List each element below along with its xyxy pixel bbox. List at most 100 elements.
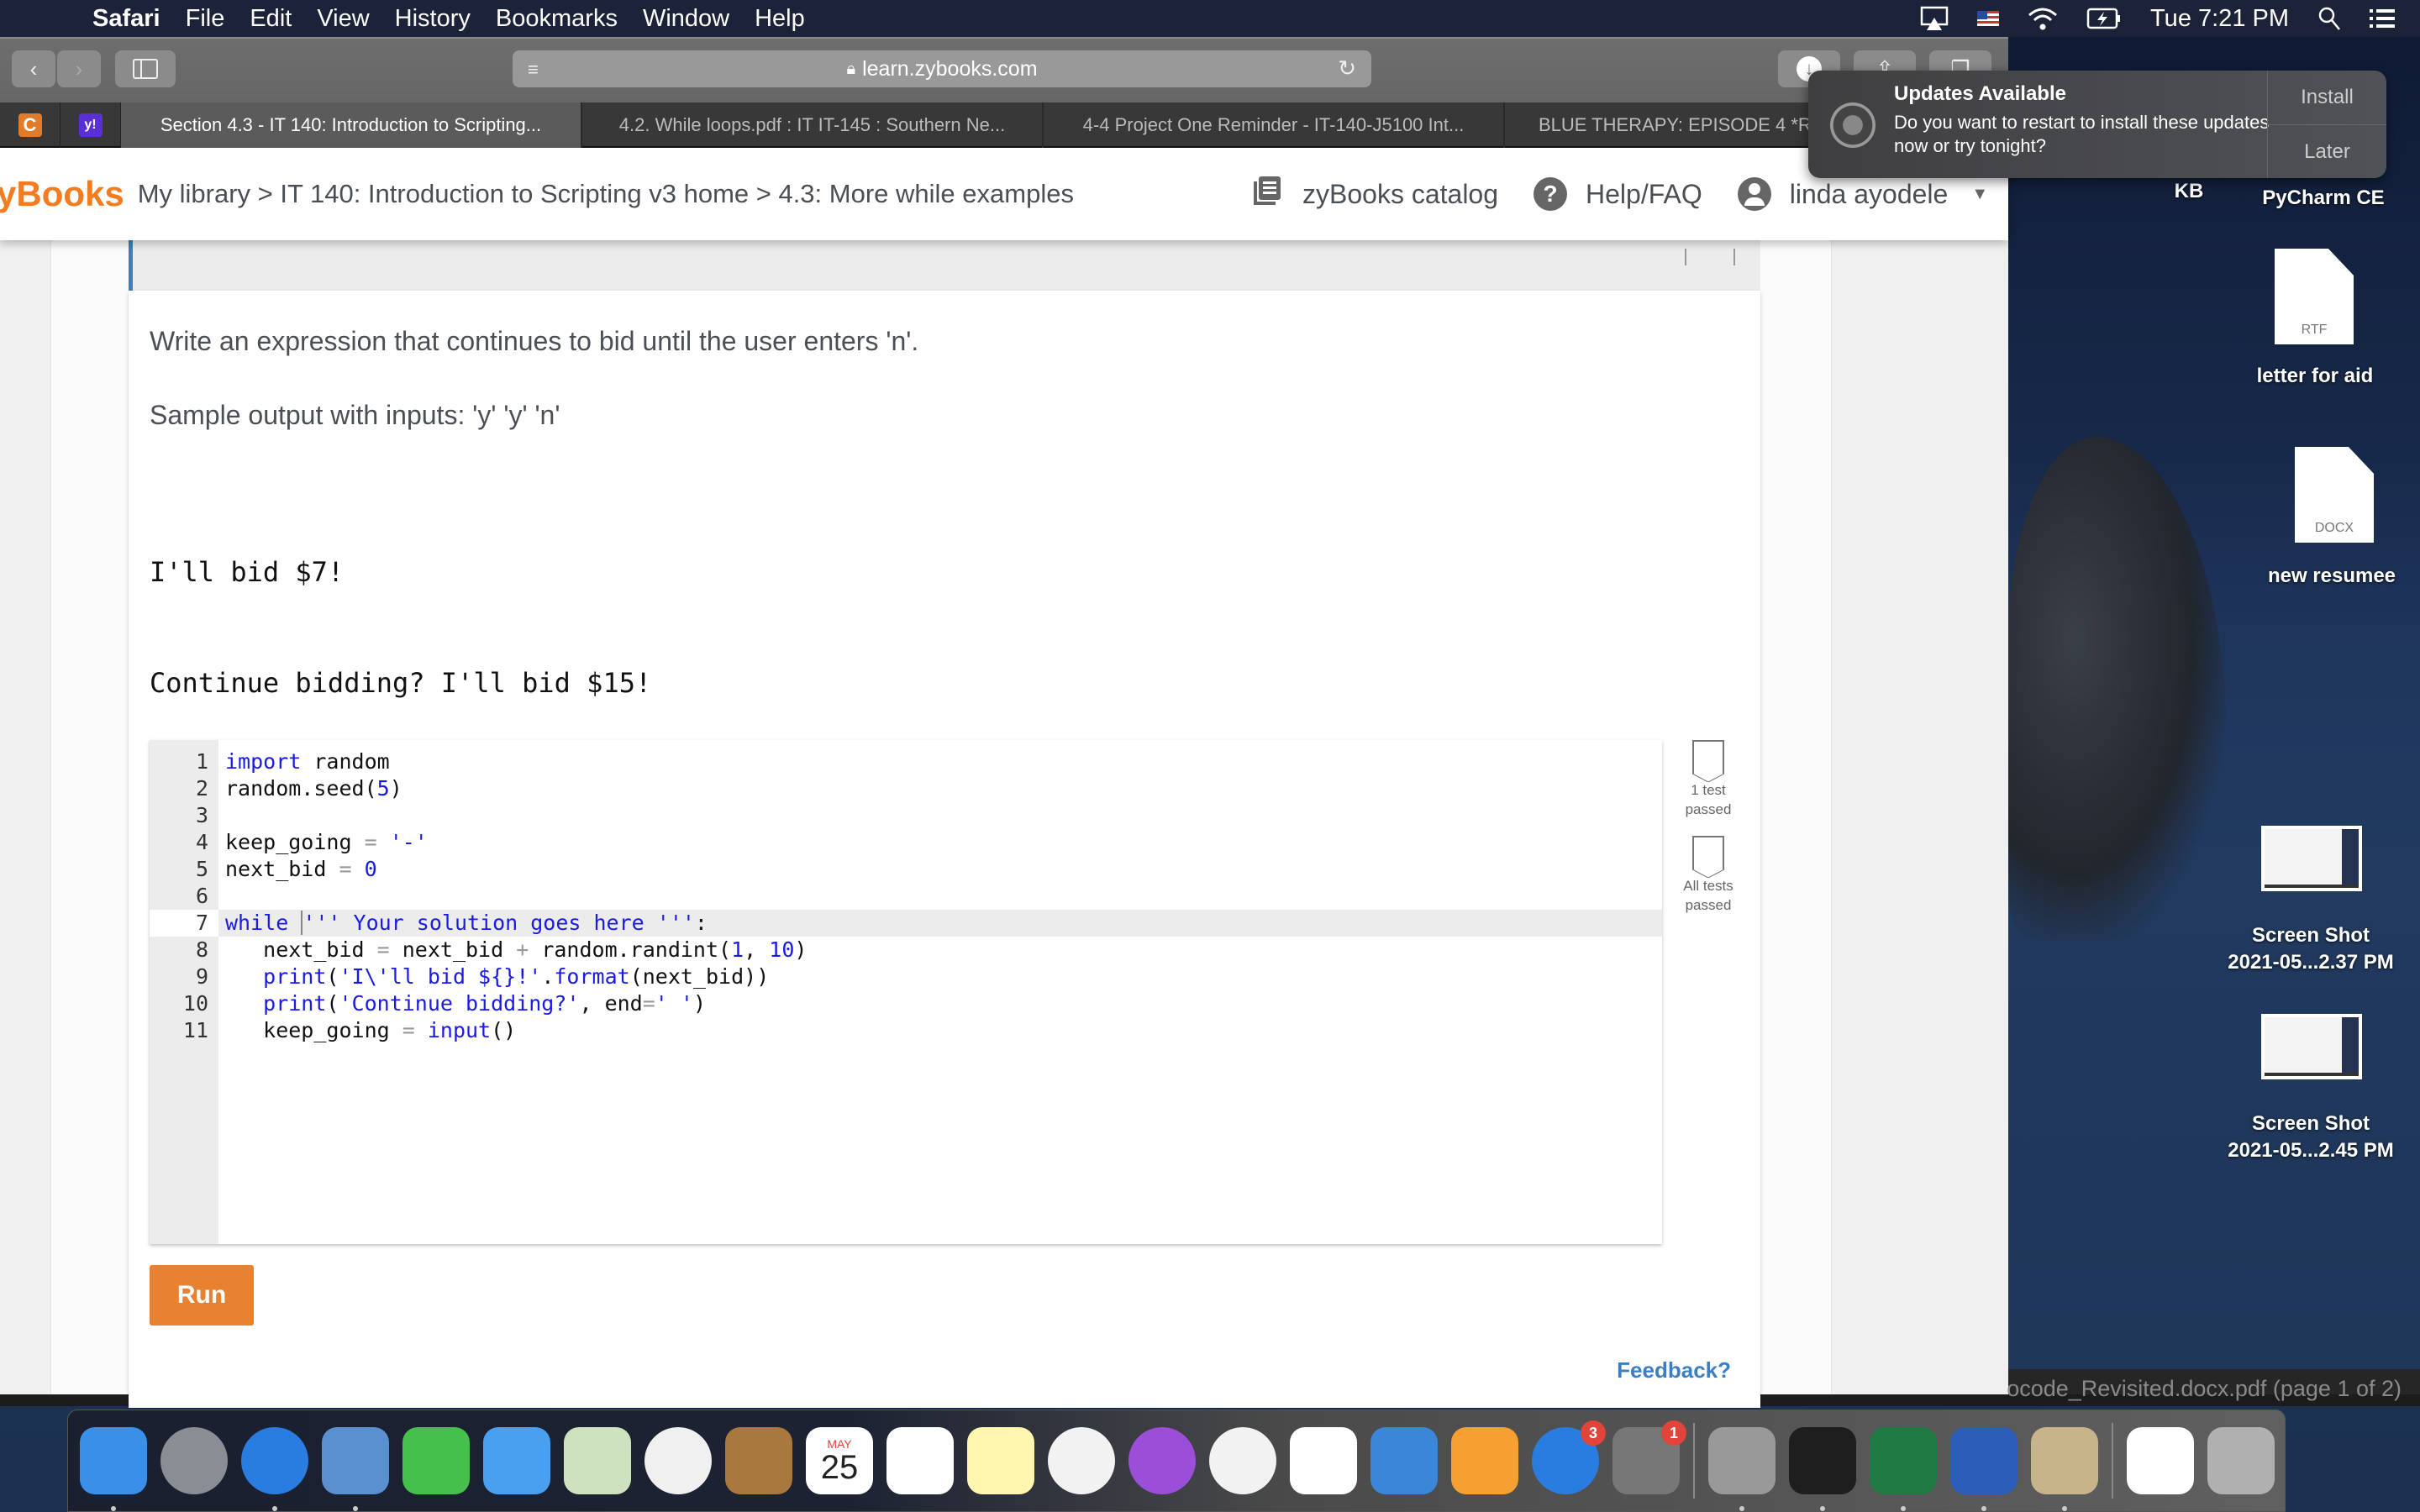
code-line[interactable]: 8 next_bid = next_bid + random.randint(1… (150, 937, 1662, 963)
code-line[interactable]: 6 (150, 883, 1662, 910)
dock-trash-icon[interactable] (2207, 1427, 2275, 1494)
menu-help[interactable]: Help (755, 5, 805, 33)
dock-podcasts-icon[interactable] (1128, 1427, 1196, 1494)
dock-mail-icon[interactable] (322, 1427, 389, 1511)
caret-down-icon[interactable]: ▼ (1971, 185, 1988, 204)
line-number: 7 (150, 910, 218, 937)
dock-messages-icon[interactable] (483, 1427, 550, 1494)
dock-keynote-icon[interactable] (1370, 1427, 1438, 1494)
code-line[interactable]: 4 keep_going = '-' (150, 829, 1662, 856)
dock-finder-icon[interactable] (80, 1427, 147, 1511)
dock-contacts-icon[interactable] (725, 1427, 792, 1494)
code-line[interactable]: 7 while ''' Your solution goes here ''': (150, 910, 1662, 937)
tab-while-loops-pdf[interactable]: 4.2. While loops.pdf : IT IT-145 : South… (582, 102, 1044, 148)
menu-edit[interactable]: Edit (250, 5, 292, 33)
menu-file[interactable]: File (186, 5, 225, 33)
code-editor[interactable]: 1 import random 2 random.seed(5) 3 4 keep_goin… (150, 740, 1662, 1244)
menu-bookmarks[interactable]: Bookmarks (496, 5, 618, 33)
pinned-tab-c[interactable]: C (0, 102, 60, 148)
background-window-title[interactable]: ocode_Revisited.docx.pdf (page 1 of 2) (2007, 1376, 2402, 1402)
dock-launchpad-icon[interactable] (160, 1427, 228, 1494)
menu-app-safari[interactable]: Safari (92, 5, 160, 33)
dock-excel-icon[interactable] (1870, 1427, 1937, 1511)
activity-card-header (129, 240, 1760, 291)
reader-view-icon[interactable]: ≡ (528, 59, 539, 81)
code-text[interactable]: print('I\'ll bid ${}!'.format(next_bid)) (225, 963, 769, 990)
menu-history[interactable]: History (395, 5, 471, 33)
address-bar[interactable]: ≡ 🔒︎ learn.zybooks.com ↻ (513, 50, 1371, 87)
pinned-tab-yahoo[interactable]: y! (60, 102, 121, 148)
docx-document-icon[interactable]: DOCX (2295, 447, 2374, 543)
battery-charging-icon[interactable] (2086, 8, 2122, 29)
desktop-item-letter-for-aid[interactable]: letter for aid (2235, 363, 2395, 390)
reload-icon[interactable]: ↻ (1338, 55, 1356, 81)
back-button[interactable]: ‹ (12, 50, 55, 87)
zybooks-logo[interactable]: yBooks (0, 174, 124, 214)
dock-numbers-icon[interactable] (1290, 1427, 1357, 1494)
notification-center-icon[interactable] (2370, 8, 2395, 29)
screenshot-thumbnail-icon[interactable] (2261, 1014, 2362, 1079)
collapse-chevron-icon[interactable] (1685, 249, 1735, 265)
feedback-link[interactable]: Feedback? (1617, 1357, 1731, 1383)
dock-pages-icon[interactable] (1451, 1427, 1518, 1494)
dock-safari-icon[interactable] (241, 1427, 308, 1511)
tab-section-4-3[interactable]: Section 4.3 - IT 140: Introduction to Sc… (121, 102, 582, 148)
dock-maps-icon[interactable] (564, 1427, 631, 1494)
user-menu[interactable]: linda ayodele (1790, 179, 1949, 210)
dock-reminders-icon[interactable] (886, 1427, 954, 1494)
code-text[interactable]: print('Continue bidding?', end=' ') (225, 990, 706, 1017)
code-text[interactable]: random.seed(5) (225, 775, 402, 802)
code-text[interactable]: while ''' Your solution goes here ''': (225, 910, 708, 937)
help-faq-link[interactable]: Help/FAQ (1586, 179, 1702, 210)
tab-project-one-reminder[interactable]: 4-4 Project One Reminder - IT-140-J5100 … (1044, 102, 1505, 148)
dock-terminal-icon[interactable] (1789, 1427, 1856, 1511)
code-text[interactable]: next_bid = next_bid + random.randint(1, … (225, 937, 807, 963)
code-line[interactable]: 11 keep_going = input() (150, 1017, 1662, 1044)
breadcrumb[interactable]: My library > IT 140: Introduction to Scr… (138, 179, 1074, 209)
desktop-item-screenshot-1[interactable]: Screen Shot 2021-05...2.37 PM (2210, 922, 2412, 976)
dock-preview-icon[interactable] (2031, 1427, 2098, 1511)
desktop-item-kb[interactable]: KB (2160, 178, 2218, 205)
spotlight-search-icon[interactable] (2317, 6, 2341, 31)
screenshot-thumbnail-icon[interactable] (2261, 826, 2362, 891)
run-button[interactable]: Run (150, 1265, 254, 1326)
dock-python-launcher-icon[interactable] (1708, 1427, 1776, 1511)
code-line[interactable]: 9 print('I\'ll bid ${}!'.format(next_bid… (150, 963, 1662, 990)
code-line[interactable]: 5 next_bid = 0 (150, 856, 1662, 883)
dock-news-icon[interactable] (1209, 1427, 1276, 1494)
dock-word-icon[interactable] (1950, 1427, 2018, 1511)
menu-view[interactable]: View (317, 5, 369, 33)
zybooks-catalog-link[interactable]: zyBooks catalog (1302, 179, 1498, 210)
code-text[interactable]: keep_going = '-' (225, 829, 428, 856)
desktop-item-screenshot-2[interactable]: Screen Shot 2021-05...2.45 PM (2210, 1110, 2412, 1164)
rtf-document-icon[interactable]: RTF (2275, 249, 2354, 344)
dock-app-store-icon[interactable]: 3 (1532, 1420, 1606, 1494)
dock-facetime-icon[interactable] (402, 1427, 470, 1494)
later-button[interactable]: Later (2268, 124, 2386, 178)
dock-calendar-icon[interactable]: MAY 25 (806, 1427, 873, 1494)
code-text[interactable]: import random (225, 748, 390, 775)
sidebar-toggle-button[interactable] (115, 50, 176, 87)
menu-window[interactable]: Window (643, 5, 729, 33)
update-notification[interactable]: Updates Available Do you want to restart… (1808, 71, 2386, 178)
code-line[interactable]: 2 random.seed(5) (150, 775, 1662, 802)
input-source-flag-icon[interactable] (1977, 11, 2000, 26)
dock-music-icon[interactable] (1048, 1427, 1115, 1494)
menubar-clock[interactable]: Tue 7:21 PM (2150, 5, 2289, 33)
dock-downloads-stack-icon[interactable] (2127, 1427, 2194, 1494)
wifi-icon[interactable] (2028, 7, 2058, 30)
code-text[interactable]: next_bid = 0 (225, 856, 377, 883)
dock-photos-icon[interactable] (644, 1427, 712, 1494)
forward-button[interactable]: › (57, 50, 101, 87)
desktop-item-pycharm[interactable]: PyCharm CE (2252, 185, 2395, 212)
desktop-item-new-resumee[interactable]: new resumee (2252, 563, 2412, 590)
line-number: 6 (195, 884, 208, 908)
code-line[interactable]: 1 import random (150, 748, 1662, 775)
install-button[interactable]: Install (2268, 71, 2386, 124)
dock-notes-icon[interactable] (967, 1427, 1034, 1494)
dock-system-preferences-icon[interactable]: 1 (1612, 1420, 1686, 1494)
code-text[interactable]: keep_going = input() (225, 1017, 516, 1044)
airplay-icon[interactable] (1920, 6, 1949, 31)
code-line[interactable]: 10 print('Continue bidding?', end=' ') (150, 990, 1662, 1017)
code-line[interactable]: 3 (150, 802, 1662, 829)
